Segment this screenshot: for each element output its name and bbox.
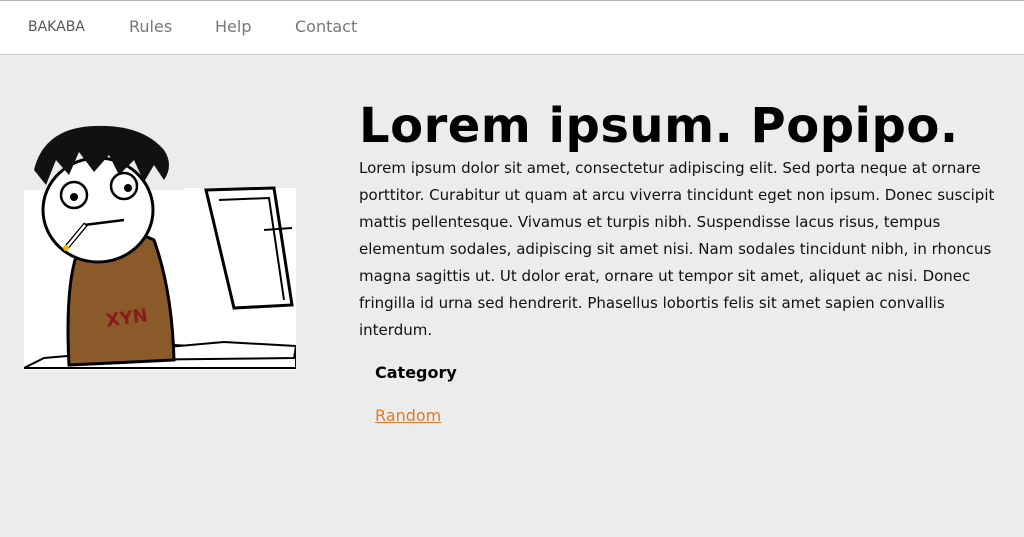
nav-link-rules[interactable]: Rules	[129, 17, 172, 36]
category-heading: Category	[375, 363, 457, 382]
page-title: Lorem ipsum. Popipo.	[359, 98, 959, 154]
top-navbar: BAKABA Rules Help Contact	[0, 0, 1024, 55]
brand-link[interactable]: BAKABA	[28, 19, 85, 35]
nav-link-contact[interactable]: Contact	[295, 17, 357, 36]
nav-link-help[interactable]: Help	[215, 17, 251, 36]
category-link-random[interactable]: Random	[375, 406, 441, 425]
hero-illustration: XYN	[23, 120, 298, 370]
body-paragraph: Lorem ipsum dolor sit amet, consectetur …	[359, 159, 995, 339]
